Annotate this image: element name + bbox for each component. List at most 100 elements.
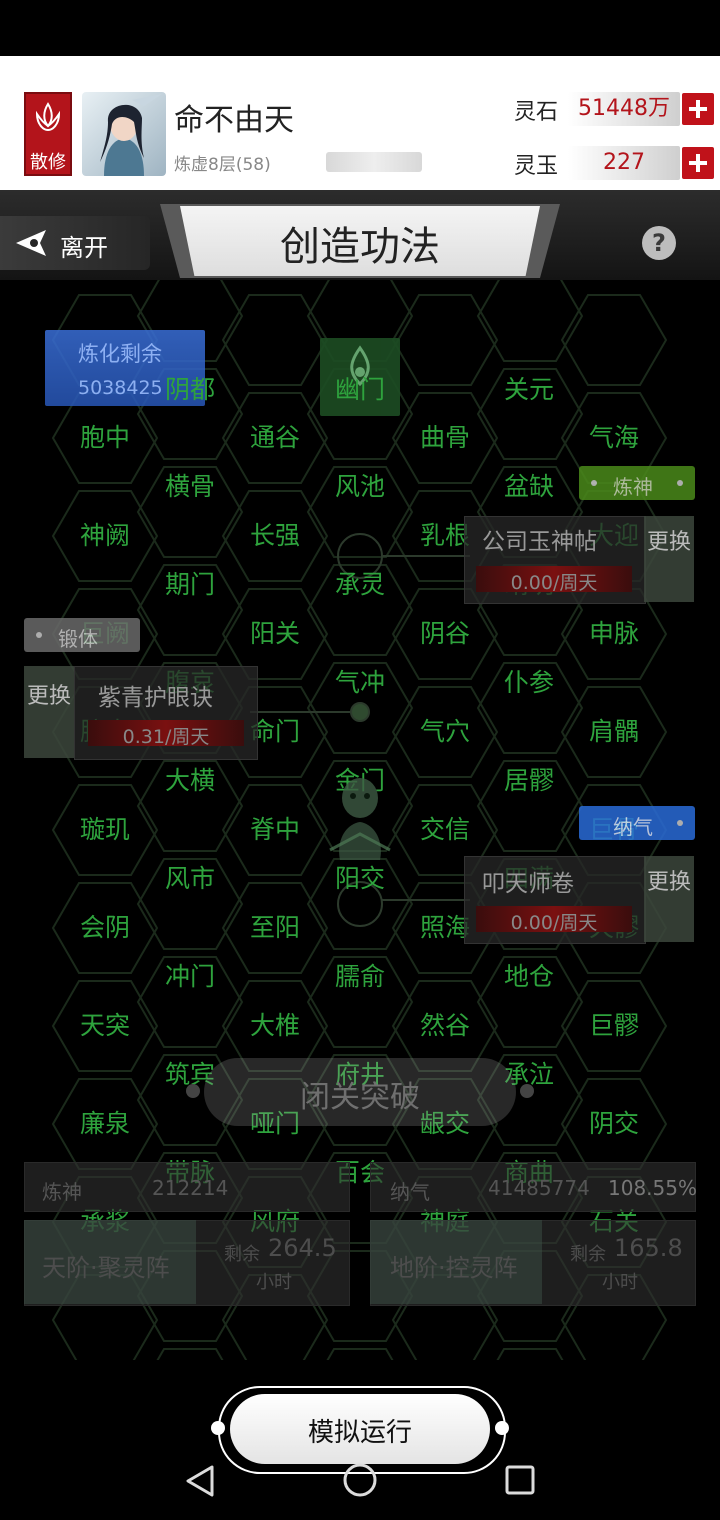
- meridian-node[interactable]: 风池: [300, 467, 420, 503]
- lianshen-stat-label: 炼神: [42, 1180, 82, 1204]
- meridian-node[interactable]: 巨髎: [554, 1006, 674, 1042]
- tag-naqi[interactable]: 纳气: [579, 806, 695, 840]
- currency-label-lingshi: 灵石: [514, 100, 559, 125]
- meridian-node[interactable]: 申脉: [554, 614, 674, 650]
- technique-rate: 0.00/周天: [510, 572, 598, 594]
- meridian-node[interactable]: 幽门: [300, 370, 420, 406]
- nav-home-icon[interactable]: [342, 1462, 378, 1498]
- array-right-unit: 小时: [602, 1272, 638, 1293]
- refine-remaining-label: 炼化剩余: [78, 342, 162, 366]
- blurred-info: [326, 152, 422, 172]
- technique-rate: 0.00/周天: [510, 912, 598, 934]
- nav-recents-icon[interactable]: [504, 1464, 536, 1496]
- avatar-portrait: [100, 94, 162, 176]
- tag-lianshen[interactable]: 炼神: [579, 466, 695, 500]
- array-left-remain-value: 264.5: [268, 1234, 337, 1262]
- meridian-node[interactable]: 盆缺: [469, 467, 589, 503]
- meridian-node[interactable]: 横骨: [130, 467, 250, 503]
- meridian-node[interactable]: 地仓: [469, 957, 589, 993]
- currency-box-lingyu: 227: [568, 146, 680, 180]
- meridian-node[interactable]: 臑俞: [300, 957, 420, 993]
- meridian-node[interactable]: 璇玑: [45, 810, 165, 846]
- back-arrow-icon: [16, 230, 46, 256]
- array-right-remain-label: 剩余: [570, 1244, 606, 1265]
- meridian-node[interactable]: 气海: [554, 418, 674, 454]
- meridian-node[interactable]: 阴交: [554, 1104, 674, 1140]
- meridian-node[interactable]: 神阙: [45, 516, 165, 552]
- meridian-node[interactable]: 阴都: [130, 370, 250, 406]
- meridian-node[interactable]: 廉泉: [45, 1104, 165, 1140]
- meridian-node[interactable]: 至阳: [215, 908, 335, 944]
- technique-name: 紫青护眼诀: [98, 685, 213, 711]
- meridian-node[interactable]: 曲骨: [385, 418, 505, 454]
- closed-btn-dot-right: [520, 1084, 534, 1098]
- meridian-node[interactable]: 通谷: [215, 418, 335, 454]
- meridian-node[interactable]: 居髎: [469, 761, 589, 797]
- avatar[interactable]: [82, 92, 166, 176]
- meridian-node[interactable]: 大椎: [215, 1006, 335, 1042]
- hex-cell: [326, 1348, 394, 1360]
- technique-rate: 0.31/周天: [122, 726, 210, 748]
- sect-badge-label: 散修: [30, 152, 66, 173]
- naqi-stat-label: 纳气: [390, 1180, 430, 1204]
- add-lingyu-button[interactable]: [682, 147, 714, 179]
- array-left-remain-label: 剩余: [224, 1244, 260, 1265]
- currency-value-lingshi: 51448万: [578, 96, 670, 121]
- player-name: 命不由天: [174, 103, 294, 138]
- tag-dot: [677, 820, 683, 826]
- system-nav-bar: [0, 1440, 720, 1520]
- closed-btn-dot-left: [186, 1084, 200, 1098]
- leave-label: 离开: [60, 234, 108, 262]
- tag-duanti[interactable]: 锻体: [24, 618, 140, 652]
- meridian-node[interactable]: 期门: [130, 565, 250, 601]
- meridian-node[interactable]: 然谷: [385, 1006, 505, 1042]
- nav-back-icon[interactable]: [184, 1464, 216, 1498]
- meridian-node[interactable]: 阳交: [300, 859, 420, 895]
- array-right-name: 地阶·控灵阵: [390, 1254, 518, 1282]
- array-left-unit: 小时: [256, 1272, 292, 1293]
- tag-duanti-label: 锻体: [58, 627, 98, 651]
- meridian-node[interactable]: 大横: [130, 761, 250, 797]
- meridian-node[interactable]: 会阴: [45, 908, 165, 944]
- meridian-node[interactable]: 天突: [45, 1006, 165, 1042]
- help-icon[interactable]: ?: [642, 226, 676, 260]
- swap-button-right-bottom[interactable]: 更换: [644, 856, 694, 942]
- meridian-node[interactable]: 交信: [385, 810, 505, 846]
- meridian-node[interactable]: 仆参: [469, 663, 589, 699]
- meridian-node[interactable]: 长强: [215, 516, 335, 552]
- meridian-node[interactable]: 胞中: [45, 418, 165, 454]
- tag-lianshen-label: 炼神: [613, 475, 653, 499]
- meridian-node[interactable]: 冲门: [130, 957, 250, 993]
- meridian-node[interactable]: 气穴: [385, 712, 505, 748]
- technique-name: 叩天师卷: [482, 871, 574, 897]
- meridian-node[interactable]: 脊中: [215, 810, 335, 846]
- closed-door-breakthrough-label: 闭关突破: [300, 1080, 420, 1115]
- meridian-node[interactable]: 风市: [130, 859, 250, 895]
- swap-button-right-top[interactable]: 更换: [644, 516, 694, 602]
- meridian-node[interactable]: 阳关: [215, 614, 335, 650]
- status-bar: [0, 0, 720, 56]
- spirit-meditation-icon: [329, 778, 391, 860]
- meridian-node[interactable]: 关元: [469, 370, 589, 406]
- array-right-remain-value: 165.8: [614, 1234, 683, 1262]
- meridian-node[interactable]: 气冲: [300, 663, 420, 699]
- hex-cell: [156, 1348, 224, 1360]
- meridian-node[interactable]: 承灵: [300, 565, 420, 601]
- page-title: 创造功法: [280, 224, 440, 270]
- tag-dot: [677, 480, 683, 486]
- naqi-stat-percent: 108.55%: [608, 1176, 697, 1200]
- sect-badge[interactable]: 散修: [24, 92, 72, 176]
- tag-dot: [591, 480, 597, 486]
- player-realm: 炼虚8层(58): [174, 155, 271, 175]
- add-lingshi-button[interactable]: [682, 93, 714, 125]
- lianshen-stat-value: 212214: [152, 1176, 229, 1200]
- tag-dot: [36, 632, 42, 638]
- swap-button-left[interactable]: 更换: [24, 666, 74, 758]
- tag-naqi-label: 纳气: [613, 815, 653, 839]
- naqi-stat-value: 41485774: [488, 1176, 590, 1200]
- technique-name: 公司玉神帖: [482, 529, 597, 555]
- meridian-node[interactable]: 肩髃: [554, 712, 674, 748]
- currency-box-lingshi: 51448万: [568, 92, 680, 126]
- simulate-dot-right: [495, 1421, 509, 1435]
- meridian-node[interactable]: 阴谷: [385, 614, 505, 650]
